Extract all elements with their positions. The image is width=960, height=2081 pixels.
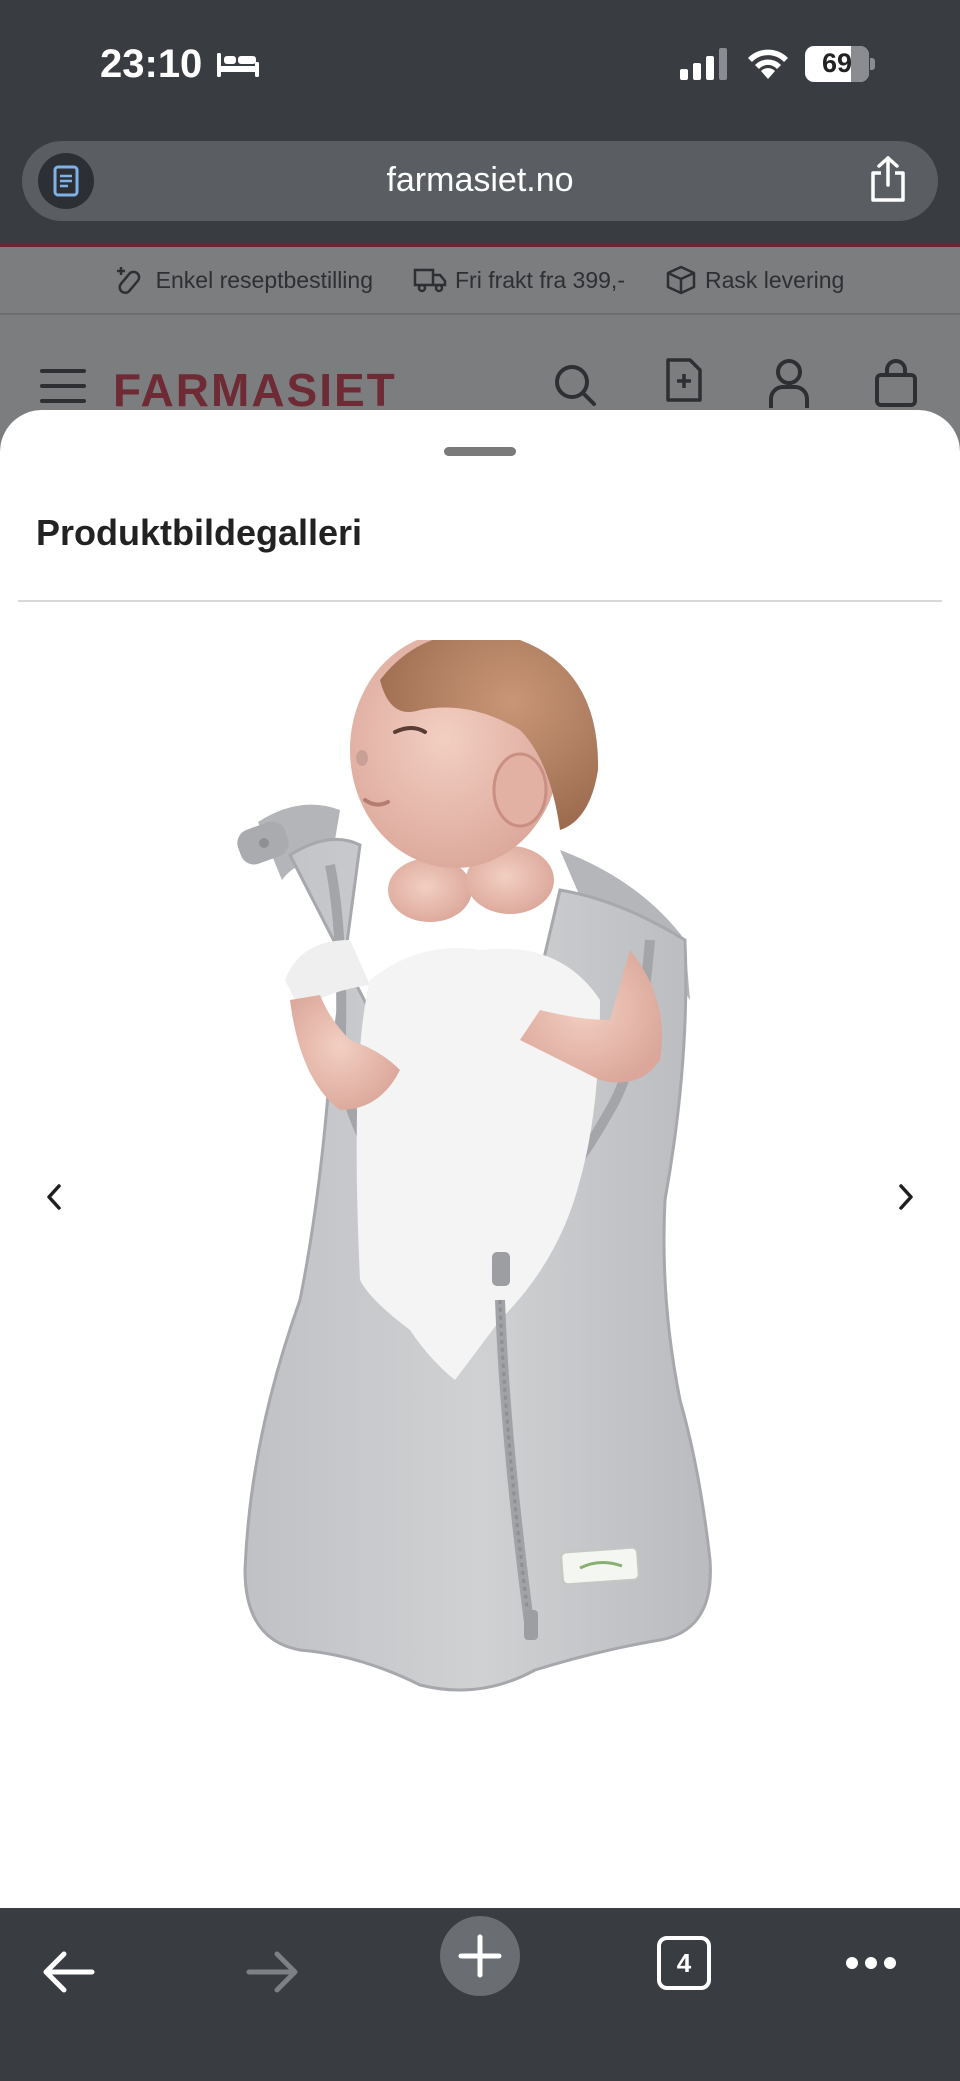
truck-icon xyxy=(413,268,447,293)
account-icon[interactable] xyxy=(768,359,810,409)
status-time: 23:10 xyxy=(100,42,203,86)
prescription-doc-icon[interactable] xyxy=(664,357,704,403)
more-icon xyxy=(846,1957,896,1969)
back-button[interactable] xyxy=(40,1950,96,1994)
share-icon[interactable] xyxy=(868,155,908,203)
site-logo[interactable]: FARMASIET xyxy=(113,363,397,417)
battery-icon: 69 xyxy=(805,46,875,82)
signal-icon xyxy=(680,48,727,80)
package-icon xyxy=(666,265,696,295)
bed-icon xyxy=(217,53,259,77)
product-image xyxy=(0,632,960,1740)
more-button[interactable] xyxy=(845,1956,897,1970)
usp-item: Fri frakt fra 399,- xyxy=(413,266,625,294)
url-text[interactable]: farmasiet.no xyxy=(22,161,938,200)
browser-toolbar: 4 xyxy=(0,1908,960,2081)
tab-count: 4 xyxy=(676,1947,692,1978)
address-bar[interactable]: farmasiet.no xyxy=(22,141,938,221)
chevron-left-icon xyxy=(47,1184,61,1210)
usp-label: Fri frakt fra 399,- xyxy=(455,266,625,293)
previous-image-button[interactable] xyxy=(32,1175,76,1219)
cart-icon[interactable] xyxy=(874,359,918,407)
prescription-icon xyxy=(116,267,140,295)
usp-bar: Enkel reseptbestilling Fri frakt fra 399… xyxy=(0,247,960,315)
status-bar: 23:10 69 xyxy=(0,0,960,130)
back-icon xyxy=(43,1951,95,1993)
product-photo xyxy=(237,632,712,1692)
forward-button[interactable] xyxy=(245,1950,301,1994)
new-tab-icon xyxy=(458,1934,502,1978)
sheet-grabber[interactable] xyxy=(444,447,516,456)
search-icon[interactable] xyxy=(552,362,598,408)
usp-item: Enkel reseptbestilling xyxy=(116,264,373,296)
next-image-button[interactable] xyxy=(884,1175,928,1219)
tabs-button[interactable]: 4 xyxy=(657,1936,711,1990)
usp-label: Enkel reseptbestilling xyxy=(155,266,373,293)
new-tab-button[interactable] xyxy=(440,1916,520,1996)
battery-percent: 69 xyxy=(821,48,853,78)
forward-icon xyxy=(246,1951,298,1993)
wifi-icon xyxy=(748,49,788,79)
menu-icon[interactable] xyxy=(40,369,86,403)
gallery-sheet: Produktbildegalleri xyxy=(0,410,960,1908)
chevron-right-icon xyxy=(899,1184,913,1210)
usp-item: Rask levering xyxy=(665,264,844,296)
usp-label: Rask levering xyxy=(704,266,845,293)
sheet-title: Produktbildegalleri xyxy=(36,512,363,553)
divider xyxy=(18,600,942,602)
